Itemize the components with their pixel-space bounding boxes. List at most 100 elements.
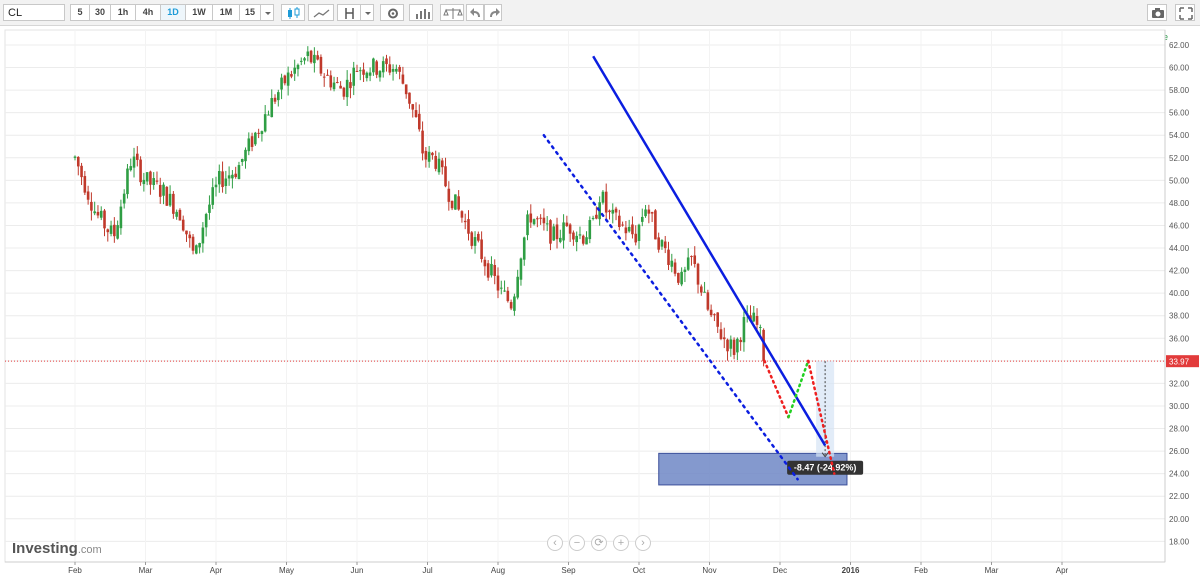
candle-body: [296, 64, 300, 70]
candle-body: [99, 210, 103, 218]
scroll-right-button[interactable]: ›: [635, 535, 651, 551]
candle-body: [549, 220, 552, 244]
candle-body: [480, 239, 483, 260]
candle-body: [106, 229, 110, 233]
candle-body: [277, 92, 280, 101]
candle-body: [450, 200, 454, 209]
candle-body: [696, 263, 700, 285]
candle-body: [650, 212, 654, 214]
close-value: 33.97: [269, 33, 298, 45]
interval-1m-button[interactable]: 1M: [212, 4, 240, 21]
candle-body: [273, 97, 277, 102]
candle-body: [260, 131, 264, 135]
candle-body: [414, 110, 418, 117]
candle-body: [644, 209, 647, 217]
candle-body: [545, 223, 549, 225]
undo-icon[interactable]: [466, 4, 484, 21]
camera-icon[interactable]: [1147, 4, 1167, 21]
candle-body: [368, 72, 372, 76]
candle-body: [532, 219, 536, 225]
candlestick-icon[interactable]: [281, 4, 305, 21]
zoom-in-button[interactable]: +: [613, 535, 629, 551]
candle-body: [375, 61, 378, 75]
y-tick-label: 38.00: [1169, 312, 1190, 321]
candle-body: [395, 68, 398, 72]
interval-1w-button[interactable]: 1W: [185, 4, 213, 21]
candle-body: [539, 217, 542, 219]
candle-body: [240, 159, 244, 162]
candle-body: [713, 314, 716, 316]
interval-4h-button[interactable]: 4h: [135, 4, 161, 21]
candle-body: [654, 210, 657, 240]
reset-zoom-button[interactable]: ⟳: [591, 535, 607, 551]
candle-body: [365, 72, 369, 79]
candle-body: [660, 240, 664, 247]
chart-legend: Råolja, D, (CFD) ▾ O 36.18 H 36.39 L 33.…: [8, 31, 297, 45]
candle-body: [280, 77, 283, 90]
y-tick-label: 28.00: [1169, 425, 1190, 434]
interval-1h-button[interactable]: 1h: [110, 4, 136, 21]
candle-body: [339, 85, 342, 89]
y-tick-label: 62.00: [1169, 41, 1190, 50]
indicator-dropdown[interactable]: [360, 4, 374, 21]
candle-body: [385, 58, 388, 65]
candle-body: [562, 222, 565, 241]
candle-body: [263, 114, 267, 132]
candle-body: [362, 69, 365, 75]
price-chart[interactable]: -8.47 (-24.92%) 18.00 20.00 22.00 24.00 26.0…: [0, 0, 1200, 577]
candle-body: [440, 160, 444, 168]
candle-body: [490, 263, 493, 276]
candle-body: [290, 74, 293, 77]
candle-body: [473, 237, 477, 246]
redo-icon[interactable]: [484, 4, 502, 21]
title-dropdown-icon[interactable]: ▾: [100, 33, 106, 45]
interval-5-button[interactable]: 5: [70, 4, 90, 21]
candle-body: [739, 339, 742, 343]
candle-body: [208, 204, 211, 213]
candle-body: [444, 166, 447, 187]
candle-body: [673, 262, 677, 274]
interval-1d-button[interactable]: 1D: [160, 4, 186, 21]
last-price-label: 33.97: [1169, 358, 1190, 367]
legend-toggle-icon[interactable]: [109, 34, 119, 44]
candle-body: [129, 166, 133, 171]
candle-body: [342, 87, 346, 97]
projection-segment: [763, 359, 790, 419]
symbol-input[interactable]: [3, 4, 65, 21]
candle-body: [224, 178, 228, 187]
candle-body: [516, 276, 519, 298]
candle-body: [195, 245, 198, 254]
candle-body: [404, 84, 408, 95]
candle-body: [139, 159, 142, 183]
candle-body: [358, 70, 362, 72]
compare-icon[interactable]: [440, 4, 464, 21]
y-tick-label: 60.00: [1169, 64, 1190, 73]
candle-body: [336, 82, 339, 84]
candle-body: [201, 227, 205, 244]
bar-chart-icon[interactable]: [409, 4, 433, 21]
zoom-out-button[interactable]: −: [569, 535, 585, 551]
candle-body: [536, 218, 539, 220]
legend-settings-icon[interactable]: [120, 34, 130, 44]
line-chart-icon[interactable]: [308, 4, 334, 21]
candle-body: [677, 272, 680, 283]
candle-body: [657, 237, 660, 250]
settings-icon[interactable]: [380, 4, 404, 21]
candle-body: [221, 171, 224, 188]
scroll-left-button[interactable]: ‹: [547, 535, 563, 551]
fullscreen-icon[interactable]: [1175, 4, 1195, 21]
candle-body: [598, 202, 601, 220]
interval-dropdown[interactable]: [260, 4, 274, 21]
candle-body: [76, 156, 80, 167]
high-value: 36.39: [188, 33, 217, 45]
indicator-icon[interactable]: [337, 4, 361, 21]
y-tick-label: 52.00: [1169, 154, 1190, 163]
candle-body: [522, 237, 526, 260]
y-tick-label: 54.00: [1169, 131, 1190, 140]
candle-body: [398, 66, 401, 72]
candle-body: [591, 217, 595, 219]
interval-30-button[interactable]: 30: [89, 4, 111, 21]
interval-15-button[interactable]: 15: [239, 4, 261, 21]
candle-body: [686, 257, 690, 270]
candle-body: [585, 237, 588, 245]
